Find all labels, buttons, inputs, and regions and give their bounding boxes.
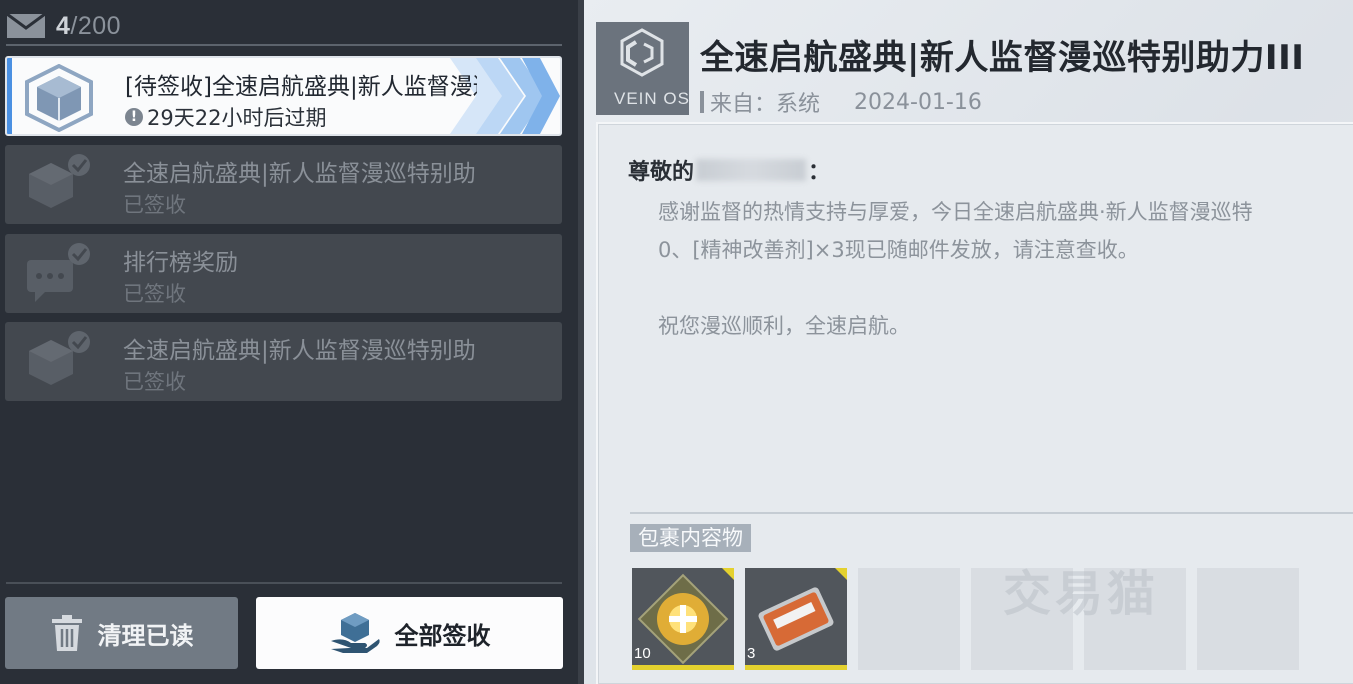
greeting: 尊敬的 ： [628, 154, 830, 186]
mail-item-pending[interactable]: [待签收]全速启航盛典|新人监督漫巡特别助力III ! 29天22小时后过期 [5, 56, 562, 136]
svg-text:VEIN OS: VEIN OS [614, 89, 689, 108]
divider [6, 44, 562, 46]
greeting-prefix: 尊敬的 [628, 160, 695, 185]
warning-icon: ! [125, 108, 143, 126]
body-line-2: 0、[精神改善剂]×3现已随邮件发放，请注意查收。 [658, 238, 1139, 262]
empty-slot [858, 568, 960, 670]
attachments-label: 包裹内容物 [630, 524, 751, 552]
mail-title: 全速启航盛典|新人监督漫巡特别助力II [123, 338, 475, 364]
envelope-icon [6, 13, 46, 38]
package-icon [25, 64, 93, 132]
trash-icon [51, 615, 82, 651]
clear-read-label: 清理已读 [97, 621, 194, 650]
body-line-1: 感谢监督的热情支持与厚爱，今日全速启航盛典·新人监督漫巡特 [658, 200, 1253, 224]
inbox-header: 4/200 [6, 10, 121, 42]
mail-item-read[interactable]: 排行榜奖励 已签收 [5, 234, 562, 313]
greeting-suffix: ： [808, 160, 831, 185]
package-check-icon [29, 331, 90, 385]
blurred-username [696, 159, 807, 181]
expiry-text: 29天22小时后过期 [147, 106, 327, 130]
mail-item-read[interactable]: 全速启航盛典|新人监督漫巡特别助力II 已签收 [5, 322, 562, 401]
package-check-icon [29, 154, 90, 208]
meta-marker [700, 91, 704, 113]
selection-accent [7, 58, 12, 134]
mail-status: 已签收 [123, 370, 186, 394]
mail-title: 排行榜奖励 [123, 250, 238, 276]
inbox-counter: 4/200 [56, 11, 122, 40]
attachment-scope[interactable]: 3 [745, 568, 847, 670]
rarity-bar [632, 665, 734, 670]
item-quantity: 3 [747, 645, 756, 662]
attachment-enhancement[interactable]: 10 [632, 568, 734, 670]
mail-detail-title: 全速启航盛典|新人监督漫巡特别助力III [700, 38, 1305, 78]
sender-logo: VEIN OS [596, 22, 689, 115]
scope-item-icon [745, 568, 847, 670]
mail-list-panel: 4/200 [待签收]全速启航盛典|新人监督漫巡特别助力III ! 29天22小… [0, 0, 578, 684]
mail-date: 2024-01-16 [854, 89, 982, 115]
divider [630, 512, 1353, 514]
mail-detail-panel: VEIN OS 全速启航盛典|新人监督漫巡特别助力III 来自：系统 2024-… [578, 0, 1353, 684]
chat-icon [27, 243, 90, 302]
mail-body: 尊敬的 ： 感谢监督的热情支持与厚爱，今日全速启航盛典·新人监督漫巡特 0、[精… [596, 122, 1353, 684]
mail-title: [待签收]全速启航盛典|新人监督漫巡特别助力III [125, 74, 477, 100]
mail-expiry: ! 29天22小时后过期 [125, 102, 326, 132]
mail-sender: 来自：系统 [710, 92, 821, 117]
clear-read-button[interactable]: 清理已读 [5, 597, 238, 669]
rarity-corner [835, 568, 847, 580]
body-line-3: 祝您漫巡顺利，全速启航。 [658, 314, 910, 338]
claim-all-button[interactable]: 全部签收 [256, 597, 563, 669]
vein-logo-icon: VEIN OS [614, 28, 689, 108]
rarity-corner [722, 568, 734, 580]
mail-title: 全速启航盛典|新人监督漫巡特别助力III [123, 161, 475, 187]
item-quantity: 10 [634, 645, 651, 662]
mail-status: 已签收 [123, 282, 186, 306]
mail-status: 已签收 [123, 193, 186, 217]
rarity-bar [745, 665, 847, 670]
claim-all-label: 全部签收 [394, 621, 491, 650]
mail-item-read[interactable]: 全速启航盛典|新人监督漫巡特别助力III 已签收 [5, 145, 562, 224]
watermark: 交易猫 [1003, 566, 1160, 622]
hand-package-icon [330, 613, 380, 653]
empty-slot [1197, 568, 1299, 670]
divider [6, 582, 562, 584]
mail-meta: 来自：系统 2024-01-16 [700, 86, 982, 118]
